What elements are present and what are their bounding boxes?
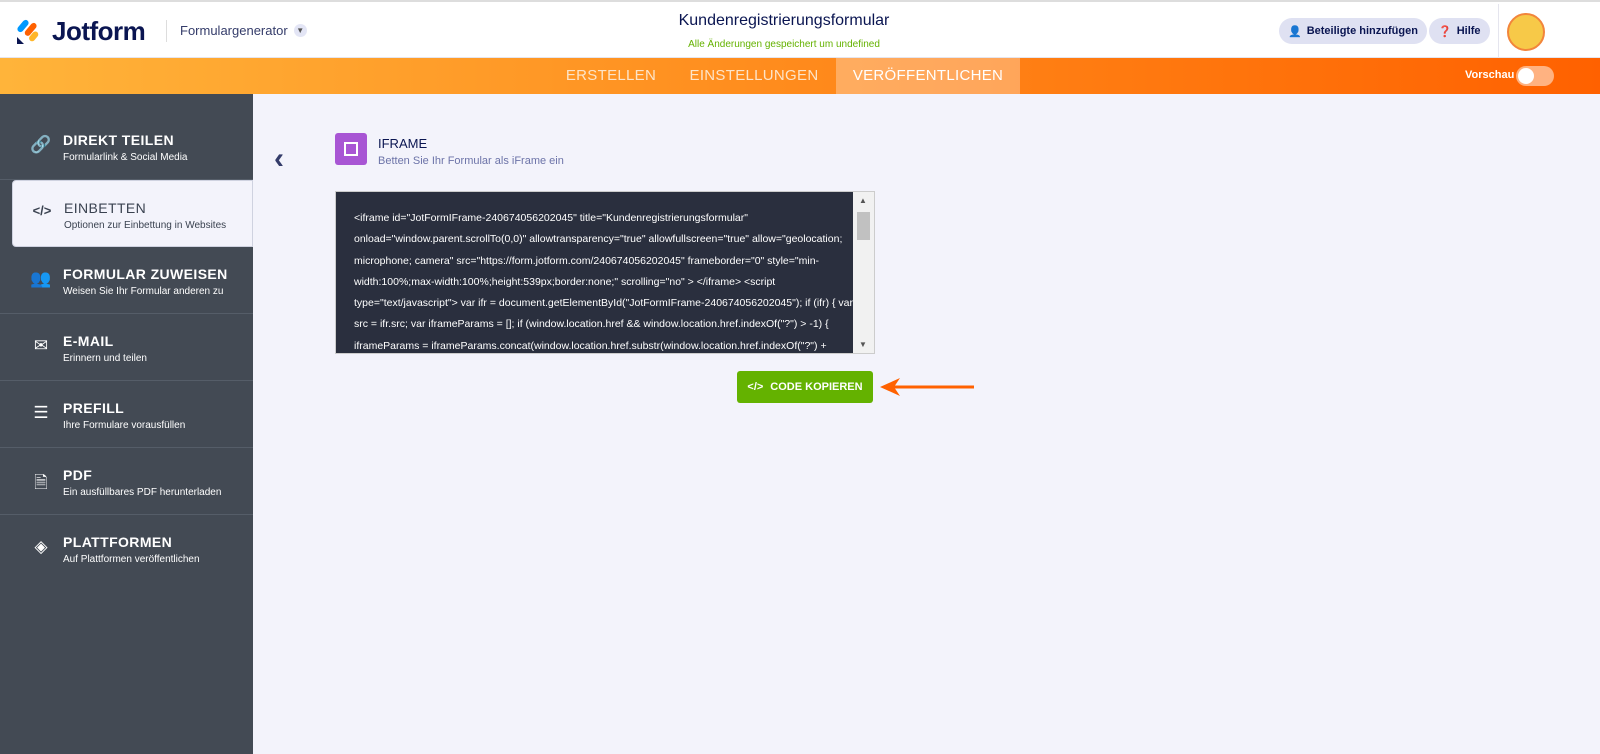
embed-code-text[interactable]: <iframe id="JotFormIFrame-24067405620204… <box>354 208 854 353</box>
item-title: PDF <box>63 467 93 483</box>
add-participants-label: Beteiligte hinzufügen <box>1306 25 1418 37</box>
code-icon: </> <box>747 381 764 393</box>
arrow-annotation-icon <box>880 378 974 396</box>
scrollbar-thumb[interactable] <box>857 212 870 240</box>
sidebar-item-pdf[interactable]: 🗎 PDF Ein ausfüllbares PDF herunterladen <box>0 448 253 515</box>
sidebar: 🔗 DIREKT TEILEN Formularlink & Social Medi… <box>0 94 253 754</box>
copy-code-button[interactable]: </> CODE KOPIEREN <box>737 371 873 403</box>
help-icon: ❓ <box>1438 25 1452 38</box>
item-subtitle: Auf Plattformen veröffentlichen <box>63 554 200 565</box>
item-title: PLATTFORMEN <box>63 534 173 550</box>
item-subtitle: Ihre Formulare vorausfüllen <box>63 420 186 431</box>
link-icon: 🔗 <box>30 135 52 154</box>
preview-label: Vorschau <box>1465 69 1515 81</box>
sidebar-item-prefill[interactable]: ☰ PREFILL Ihre Formulare vorausfüllen <box>0 381 253 448</box>
prefill-icon: ☰ <box>33 403 49 422</box>
item-subtitle: Optionen zur Einbettung in Websites <box>64 220 227 231</box>
tab-veroeffentlichen[interactable]: VERÖFFENTLICHEN <box>836 58 1020 94</box>
preview-toggle[interactable] <box>1516 66 1554 86</box>
item-title: EINBETTEN <box>64 200 147 216</box>
sidebar-item-direkt-teilen[interactable]: 🔗 DIREKT TEILEN Formularlink & Social Medi… <box>0 113 253 180</box>
item-subtitle: Formularlink & Social Media <box>63 152 188 163</box>
avatar-image <box>1506 13 1545 51</box>
item-subtitle: Erinnern und teilen <box>63 353 147 364</box>
sidebar-item-email[interactable]: ✉ E-MAIL Erinnern und teilen <box>0 314 253 381</box>
item-subtitle: Ein ausfüllbares PDF herunterladen <box>63 487 222 498</box>
help-label: Hilfe <box>1456 25 1481 37</box>
back-chevron-icon[interactable]: ‹ <box>274 142 284 176</box>
top-header: Jotform Formulargenerator ▼ Kundenregistr… <box>0 0 1600 60</box>
sidebar-item-formular-zuweisen[interactable]: 👥 FORMULAR ZUWEISEN Weisen Sie Ihr Formula… <box>0 247 253 314</box>
item-title: E-MAIL <box>63 333 114 349</box>
code-icon: </> <box>32 203 52 218</box>
main-nav: ERSTELLEN EINSTELLUNGEN VERÖFFENTLICHEN … <box>0 58 1600 94</box>
pdf-icon: 🗎 <box>34 473 48 492</box>
tab-erstellen[interactable]: ERSTELLEN <box>551 58 671 94</box>
section-subtitle: Betten Sie Ihr Formular als iFrame ein <box>378 155 564 167</box>
help-button[interactable]: ❓ Hilfe <box>1429 18 1490 44</box>
sidebar-item-plattformen[interactable]: ◈ PLATTFORMEN Auf Plattformen veröffentlic… <box>0 515 253 582</box>
users-icon: 👥 <box>30 269 52 288</box>
item-title: PREFILL <box>63 400 125 416</box>
avatar[interactable] <box>1498 4 1552 60</box>
add-participants-button[interactable]: 👤 Beteiligte hinzufügen <box>1279 18 1427 44</box>
scrollbar[interactable]: ▲ ▼ <box>853 192 874 353</box>
user-icon: 👤 <box>1288 25 1302 38</box>
embed-code-box[interactable]: <iframe id="JotFormIFrame-24067405620204… <box>335 191 875 354</box>
envelope-icon: ✉ <box>33 336 49 355</box>
section-title: IFRAME <box>378 136 428 151</box>
item-title: DIREKT TEILEN <box>63 132 174 148</box>
layers-icon: ◈ <box>34 537 48 556</box>
copy-code-label: CODE KOPIEREN <box>770 381 863 393</box>
tab-einstellungen[interactable]: EINSTELLUNGEN <box>680 58 828 94</box>
iframe-icon <box>335 133 367 165</box>
sidebar-item-einbetten[interactable]: </> EINBETTEN Optionen zur Einbettung in W… <box>12 180 253 247</box>
item-title: FORMULAR ZUWEISEN <box>63 266 228 282</box>
scroll-up-icon[interactable]: ▲ <box>859 196 867 205</box>
item-subtitle: Weisen Sie Ihr Formular anderen zu <box>63 286 224 297</box>
scroll-down-icon[interactable]: ▼ <box>859 340 867 349</box>
